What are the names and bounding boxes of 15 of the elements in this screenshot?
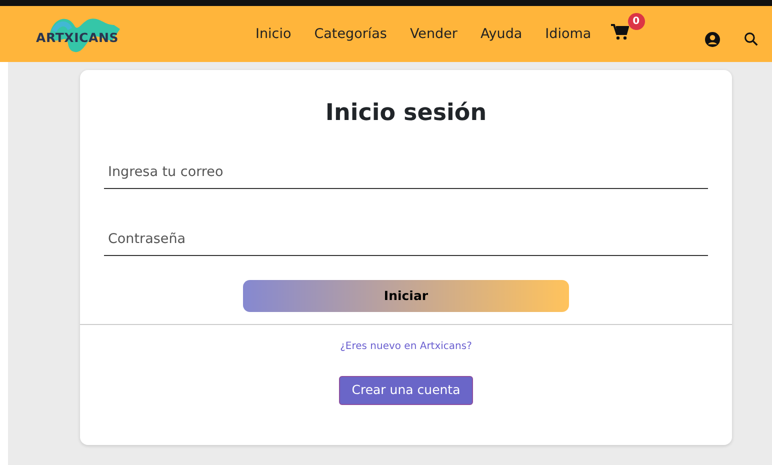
search-icon[interactable] xyxy=(744,32,758,46)
nav-link[interactable]: Vender xyxy=(398,24,469,44)
user-icon[interactable] xyxy=(705,32,720,46)
password-field[interactable]: Contraseña xyxy=(104,222,708,256)
nav-link[interactable]: Idioma xyxy=(534,24,603,44)
create-account-button[interactable]: Crear una cuenta xyxy=(338,376,474,405)
login-button[interactable]: Iniciar xyxy=(243,280,569,312)
new-user-link[interactable]: ¿Eres nuevo en Artxicans? xyxy=(80,339,732,354)
cart-icon[interactable] xyxy=(610,24,629,40)
email-field[interactable]: Ingresa tu correo xyxy=(104,156,708,189)
nav-link[interactable]: Categorías xyxy=(302,24,398,44)
cart-count-badge: 0 xyxy=(628,13,645,30)
login-title: Inicio sesión xyxy=(324,99,488,128)
nav-link[interactable]: Ayuda xyxy=(468,24,534,44)
nav-link[interactable]: Inicio xyxy=(244,24,303,44)
